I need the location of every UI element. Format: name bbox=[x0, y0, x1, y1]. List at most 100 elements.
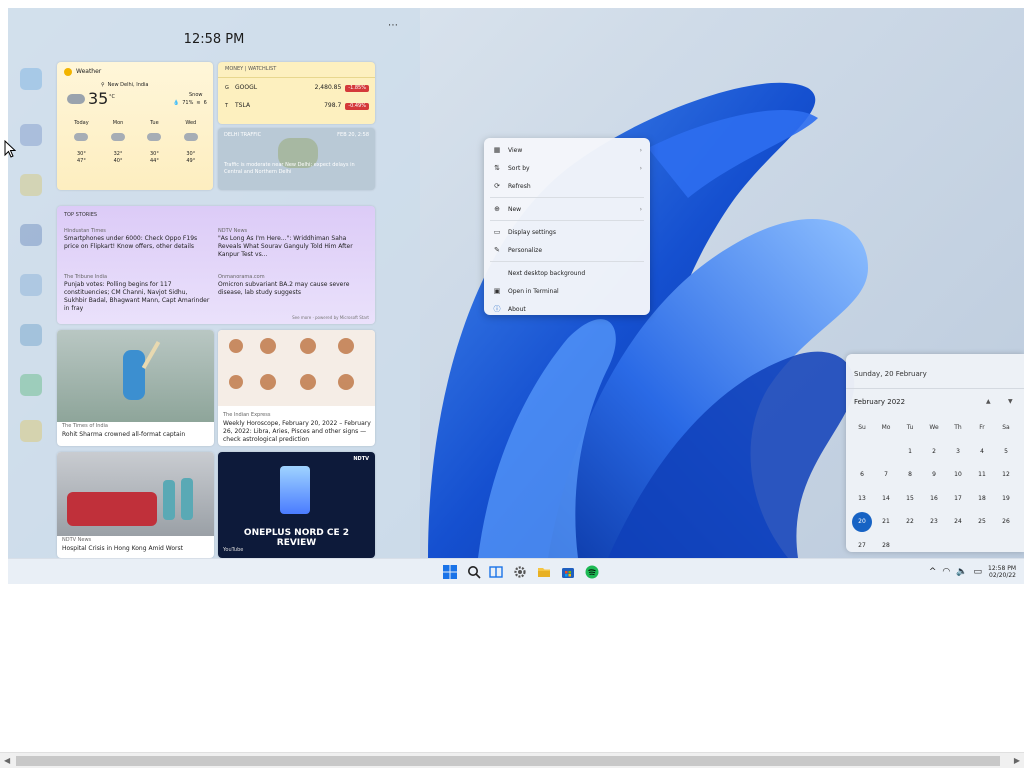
horizontal-scrollbar[interactable]: ◀ ▶ bbox=[0, 752, 1024, 768]
stock-row[interactable]: T TSLA 798.7 -0.49% bbox=[225, 100, 369, 112]
calendar-day[interactable]: 24 bbox=[946, 510, 970, 534]
calendar-day[interactable]: 6 bbox=[850, 463, 874, 487]
horoscope-news-card[interactable]: The Indian Express Weekly Horoscope, Feb… bbox=[218, 330, 375, 446]
video-brand: NDTV bbox=[353, 456, 369, 462]
calendar-day[interactable]: 11 bbox=[970, 463, 994, 487]
calendar-day[interactable]: 26 bbox=[994, 510, 1018, 534]
wifi-icon[interactable]: ◠ bbox=[942, 567, 950, 577]
settings-button[interactable] bbox=[512, 564, 528, 580]
calendar-prev-icon[interactable]: ▲ bbox=[986, 398, 991, 405]
calendar-day[interactable]: 22 bbox=[898, 510, 922, 534]
traffic-card[interactable]: DELHI TRAFFIC FEB 20, 2:58 Traffic is mo… bbox=[218, 128, 375, 190]
menu-item-new[interactable]: ⊕ New › bbox=[484, 200, 650, 218]
personalize-icon: ✎ bbox=[494, 246, 500, 254]
forecast-cloud-icon bbox=[147, 133, 162, 141]
cricket-news-card[interactable]: The Times of India Rohit Sharma crowned … bbox=[57, 330, 214, 446]
calendar-day[interactable]: 5 bbox=[994, 440, 1018, 464]
hongkong-source: NDTV News bbox=[62, 537, 92, 543]
ghost-icon bbox=[20, 324, 42, 346]
calendar-day[interactable]: 7 bbox=[874, 463, 898, 487]
calendar-full-date[interactable]: Sunday, 20 February bbox=[854, 370, 927, 378]
tray-chevron-icon[interactable]: ^ bbox=[929, 567, 937, 577]
weather-unit: °C bbox=[109, 94, 115, 100]
calendar-day[interactable]: 9 bbox=[922, 463, 946, 487]
calendar-day[interactable]: 18 bbox=[970, 487, 994, 511]
weekday-header: Mo bbox=[881, 424, 891, 432]
menu-item-next-background[interactable]: Next desktop background bbox=[484, 264, 650, 282]
horoscope-headline: Weekly Horoscope, February 20, 2022 – Fe… bbox=[223, 420, 371, 443]
calendar-day[interactable]: 16 bbox=[922, 487, 946, 511]
calendar-day[interactable]: 19 bbox=[994, 487, 1018, 511]
menu-item-display-settings[interactable]: ▭ Display settings bbox=[484, 223, 650, 241]
stories-footer[interactable]: See more · powered by Microsoft Start bbox=[292, 314, 369, 321]
calendar-day[interactable]: 12 bbox=[994, 463, 1018, 487]
story-headline: Omicron subvariant BA.2 may cause severe… bbox=[218, 281, 350, 296]
stock-row[interactable]: G GOOGL 2,480.85 -1.85% bbox=[225, 82, 369, 94]
story-item[interactable]: NDTV News "As Long As I'm Here...": Wrid… bbox=[218, 228, 368, 259]
weekday-header: Th bbox=[954, 424, 962, 432]
calendar-day[interactable]: 25 bbox=[970, 510, 994, 534]
battery-icon[interactable]: ▭ bbox=[973, 567, 982, 577]
menu-item-refresh[interactable]: ⟳ Refresh bbox=[484, 177, 650, 195]
story-item[interactable]: The Tribune India Punjab votes: Polling … bbox=[64, 274, 212, 313]
taskbar-clock[interactable]: 12:58 PM 02/20/22 bbox=[988, 565, 1016, 579]
calendar-day[interactable]: 21 bbox=[874, 510, 898, 534]
calendar-month[interactable]: February 2022 bbox=[854, 398, 905, 406]
money-header: MONEY | WATCHLIST bbox=[225, 66, 277, 72]
menu-item-sort-by[interactable]: ⇅ Sort by › bbox=[484, 159, 650, 177]
windows-logo-icon bbox=[443, 565, 457, 579]
submenu-arrow-icon: › bbox=[639, 164, 642, 172]
menu-item-about[interactable]: ⓘ About bbox=[484, 300, 650, 318]
spotify-button[interactable] bbox=[584, 564, 600, 580]
calendar-day[interactable]: 15 bbox=[898, 487, 922, 511]
search-icon bbox=[468, 566, 481, 579]
calendar-day[interactable]: 14 bbox=[874, 487, 898, 511]
weather-card[interactable]: Weather ⚲ New Delhi, India 35 °C Snow 💧 71… bbox=[57, 62, 213, 190]
calendar-day[interactable]: 13 bbox=[850, 487, 874, 511]
calendar-day[interactable]: 17 bbox=[946, 487, 970, 511]
calendar-day[interactable]: 8 bbox=[898, 463, 922, 487]
hongkong-headline: Hospital Crisis in Hong Kong Amid Worst bbox=[62, 545, 183, 552]
search-button[interactable] bbox=[466, 564, 482, 580]
menu-item-view[interactable]: ▦ View › bbox=[484, 141, 650, 159]
calendar-day[interactable]: 3 bbox=[946, 440, 970, 464]
task-view-button[interactable] bbox=[488, 564, 504, 580]
calendar-day[interactable]: 2 bbox=[922, 440, 946, 464]
story-item[interactable]: Hindustan Times Smartphones under 6000: … bbox=[64, 228, 212, 251]
forecast-day: Tue 30° 44° bbox=[147, 120, 162, 165]
file-explorer-button[interactable] bbox=[536, 564, 552, 580]
store-button[interactable] bbox=[560, 564, 576, 580]
calendar-day-today[interactable]: 20 bbox=[850, 510, 874, 534]
cricket-headline: Rohit Sharma crowned all-format captain bbox=[62, 431, 186, 438]
calendar-day[interactable]: 28 bbox=[874, 534, 898, 558]
story-item[interactable]: Onmanorama.com Omicron subvariant BA.2 m… bbox=[218, 274, 368, 297]
money-divider bbox=[218, 77, 375, 78]
menu-separator bbox=[490, 220, 644, 221]
gear-icon bbox=[514, 566, 526, 578]
top-stories-card: TOP STORIES Hindustan Times Smartphones … bbox=[57, 206, 375, 324]
money-watchlist-card[interactable]: MONEY | WATCHLIST G GOOGL 2,480.85 -1.85… bbox=[218, 62, 375, 124]
scrollbar-thumb[interactable] bbox=[16, 756, 1000, 766]
weather-temp: 35 bbox=[88, 89, 109, 108]
oneplus-video-card[interactable]: NDTV ONEPLUS NORD CE 2 REVIEW YouTube bbox=[218, 452, 375, 558]
calendar-day[interactable]: 10 bbox=[946, 463, 970, 487]
mouse-cursor-icon bbox=[4, 140, 16, 158]
scroll-right-icon[interactable]: ▶ bbox=[1014, 756, 1020, 765]
calendar-day[interactable]: 27 bbox=[850, 534, 874, 558]
refresh-icon: ⟳ bbox=[494, 182, 500, 190]
calendar-day[interactable]: 1 bbox=[898, 440, 922, 464]
menu-item-open-terminal[interactable]: ▣ Open in Terminal bbox=[484, 282, 650, 300]
traffic-header: DELHI TRAFFIC bbox=[224, 132, 262, 138]
volume-icon[interactable]: 🔈 bbox=[956, 567, 967, 577]
calendar-day[interactable]: 4 bbox=[970, 440, 994, 464]
calendar-next-icon[interactable]: ▼ bbox=[1008, 398, 1013, 405]
calendar-day[interactable]: 23 bbox=[922, 510, 946, 534]
video-title-line1: ONEPLUS NORD CE 2 bbox=[243, 528, 350, 538]
cricket-photo bbox=[57, 330, 214, 422]
weekday-header: Sa bbox=[1002, 424, 1010, 432]
start-button[interactable] bbox=[442, 564, 458, 580]
widgets-more-icon[interactable]: ⋯ bbox=[388, 20, 398, 31]
hongkong-news-card[interactable]: NDTV News Hospital Crisis in Hong Kong A… bbox=[57, 452, 214, 558]
scroll-left-icon[interactable]: ◀ bbox=[4, 756, 10, 765]
menu-item-personalize[interactable]: ✎ Personalize bbox=[484, 241, 650, 259]
